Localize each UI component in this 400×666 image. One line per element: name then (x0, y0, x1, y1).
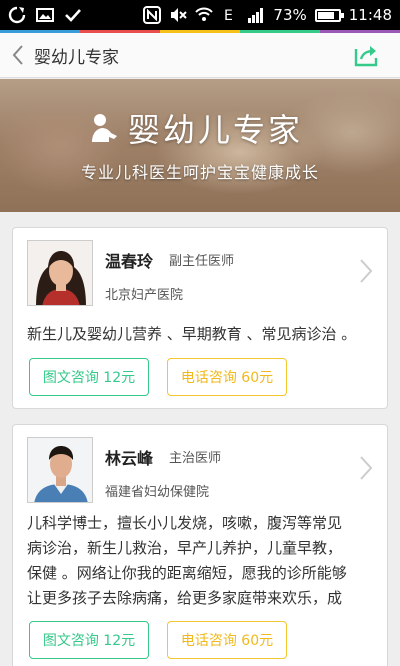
doctor-description: 新生儿及婴幼儿营养 、早期教育 、常见病诊治 。 (27, 325, 357, 343)
clock: 11:48 (348, 6, 392, 24)
doctor-card[interactable]: 林云峰 主治医师 福建省妇幼保健院 儿科学博士，擅长小儿发烧，咳嗽，腹泻等常见 … (12, 424, 388, 666)
avatar (27, 437, 93, 503)
doctor-hospital: 福建省妇幼保健院 (105, 485, 210, 500)
banner-subtitle: 专业儿科医生呵护宝宝健康成长 (80, 163, 319, 182)
text-consult-button[interactable]: 图文咨询 12元 (29, 358, 149, 396)
chevron-right-icon (360, 259, 373, 283)
chevron-left-icon (12, 45, 23, 65)
svg-text:E: E (224, 8, 233, 24)
description-line: 保健 。网络让你我的距离缩短，愿我的诊所能够 (27, 564, 347, 582)
description-line: 儿科学博士，擅长小儿发烧，咳嗽，腹泻等常见 (27, 514, 343, 532)
phone-consult-button[interactable]: 电话咨询 60元 (167, 358, 287, 396)
doctor-name: 温春玲 (105, 252, 154, 271)
doctor-name: 林云峰 (105, 449, 154, 468)
chevron-right-icon (360, 456, 373, 480)
sync-icon (8, 6, 26, 24)
wifi-icon (195, 7, 214, 21)
phone-consult-button[interactable]: 电话咨询 60元 (167, 621, 287, 659)
signal-icon (248, 8, 264, 23)
status-bar: E 73% 11:48 (0, 0, 400, 30)
description-line: 让更多孩子去除病痛，给更多家庭带来欢乐，成 (27, 589, 343, 607)
image-icon (36, 8, 54, 22)
banner-heading: 婴幼儿专家 (88, 105, 303, 151)
text-consult-button[interactable]: 图文咨询 12元 (29, 621, 149, 659)
nfc-icon (143, 6, 162, 24)
check-icon (65, 9, 81, 22)
doctor-hospital: 北京妇产医院 (105, 288, 184, 303)
avatar (27, 240, 93, 306)
banner[interactable]: 婴幼儿专家 专业儿科医生呵护宝宝健康成长 (0, 79, 400, 212)
battery-percent: 73% (273, 6, 307, 24)
battery-icon (314, 8, 344, 22)
description-line: 病诊治，新生儿救治，早产儿养护，儿童早教， (27, 539, 343, 557)
page-title: 婴幼儿专家 (34, 47, 119, 68)
doctor-title: 副主任医师 (169, 254, 235, 269)
share-icon[interactable] (352, 41, 380, 69)
back-button[interactable] (4, 33, 32, 78)
doctor-card[interactable]: 温春玲 副主任医师 北京妇产医院 新生儿及婴幼儿营养 、早期教育 、常见病诊治 … (12, 227, 388, 409)
doctor-title: 主治医师 (169, 451, 222, 466)
banner-title: 婴幼儿专家 (128, 111, 304, 149)
doctor-description: 儿科学博士，擅长小儿发烧，咳嗽，腹泻等常见 病诊治，新生儿救治，早产儿养护，儿童… (27, 511, 375, 611)
title-bar: 婴幼儿专家 (0, 33, 400, 78)
data-icon: E (224, 8, 233, 24)
mute-icon (171, 8, 188, 22)
baby-icon (92, 114, 117, 142)
